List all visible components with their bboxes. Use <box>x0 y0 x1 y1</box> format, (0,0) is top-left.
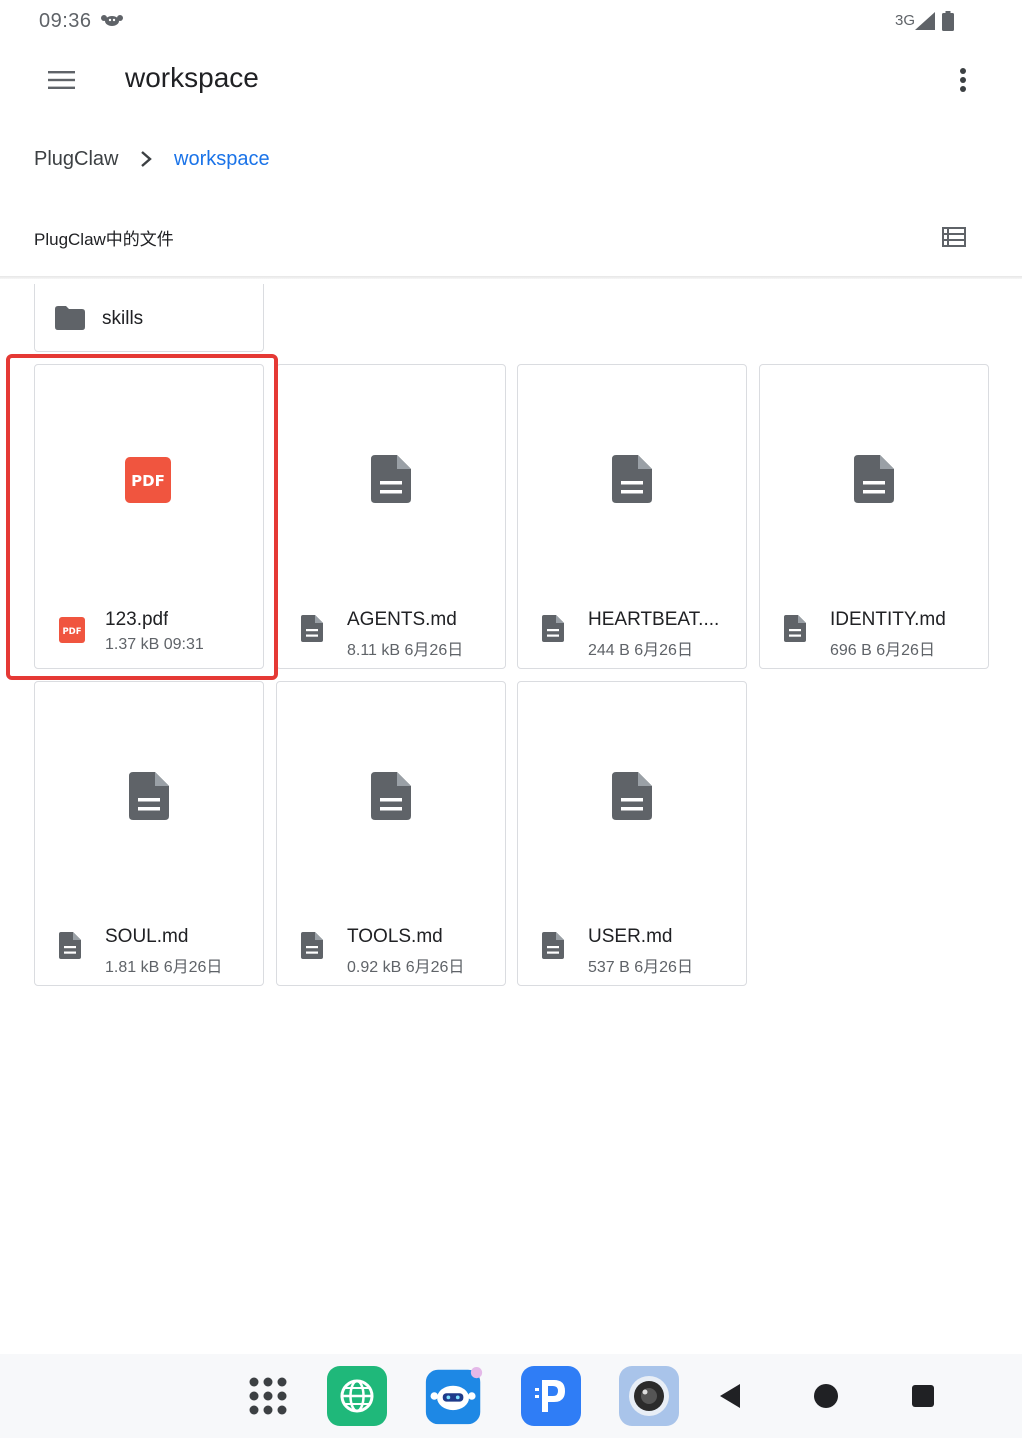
file-card-identity-md[interactable]: IDENTITY.md 696 B 6月26日 <box>759 364 989 669</box>
top-app-bar: workspace <box>0 44 1022 116</box>
file-name: SOUL.md <box>105 926 189 947</box>
document-icon <box>854 455 894 503</box>
file-name: TOOLS.md <box>347 926 443 947</box>
document-small-icon <box>542 932 564 959</box>
app-drawer-button[interactable] <box>238 1366 298 1426</box>
more-options-button[interactable] <box>946 60 980 100</box>
plugclaw-app-icon <box>521 1366 581 1426</box>
page-title: workspace <box>125 62 259 93</box>
status-time: 09:36 <box>39 10 92 32</box>
chevron-right-icon <box>141 151 152 167</box>
file-meta: 244 B 6月26日 <box>588 642 693 659</box>
view-list-icon <box>942 227 966 247</box>
document-icon <box>612 772 652 820</box>
menu-button[interactable] <box>38 60 86 100</box>
folder-icon <box>55 306 85 330</box>
document-icon <box>612 455 652 503</box>
document-small-icon <box>542 615 564 642</box>
breadcrumb: PlugClaw workspace <box>0 130 1022 190</box>
breadcrumb-current[interactable]: workspace <box>174 148 270 171</box>
document-small-icon <box>301 615 323 642</box>
back-icon <box>720 1384 740 1408</box>
file-card-tools-md[interactable]: TOOLS.md 0.92 kB 6月26日 <box>276 681 506 986</box>
svg-text:PDF: PDF <box>62 627 81 637</box>
file-card-user-md[interactable]: USER.md 537 B 6月26日 <box>517 681 747 986</box>
file-meta: 0.92 kB 6月26日 <box>347 959 465 976</box>
file-meta: 537 B 6月26日 <box>588 959 693 976</box>
browser-app-button[interactable] <box>327 1366 387 1426</box>
more-vert-icon <box>960 68 966 92</box>
header-divider <box>0 276 1022 279</box>
document-icon <box>371 772 411 820</box>
home-icon <box>814 1384 838 1408</box>
pdf-small-icon: PDF <box>59 617 85 643</box>
battery-icon <box>942 11 954 31</box>
home-button[interactable] <box>796 1366 856 1426</box>
app-drawer-icon <box>249 1377 287 1415</box>
file-meta: 8.11 kB 6月26日 <box>347 642 464 659</box>
robot-app-button[interactable] <box>424 1366 484 1426</box>
pdf-icon: PDF <box>125 457 171 503</box>
mascot-notification-icon <box>101 15 123 26</box>
section-header: PlugClaw中的文件 <box>0 205 1022 265</box>
list-view-toggle-button[interactable] <box>936 221 972 253</box>
back-button[interactable] <box>700 1366 760 1426</box>
file-name: USER.md <box>588 926 673 947</box>
folder-card-skills[interactable]: skills <box>34 284 264 352</box>
camera-app-icon <box>619 1366 679 1426</box>
plugclaw-app-button[interactable] <box>521 1366 581 1426</box>
recents-icon <box>912 1385 934 1407</box>
signal-icon <box>915 12 935 30</box>
file-name: 123.pdf <box>105 609 169 630</box>
browser-app-icon <box>327 1366 387 1426</box>
hamburger-menu-icon <box>48 71 75 89</box>
camera-app-button[interactable] <box>619 1366 679 1426</box>
document-small-icon <box>301 932 323 959</box>
section-title: PlugClaw中的文件 <box>34 230 174 249</box>
system-taskbar <box>0 1354 1022 1438</box>
file-card-123-pdf[interactable]: PDF PDF 123.pdf 1.37 kB 09:31 <box>34 364 264 669</box>
file-card-agents-md[interactable]: AGENTS.md 8.11 kB 6月26日 <box>276 364 506 669</box>
breadcrumb-root[interactable]: PlugClaw <box>34 148 118 171</box>
robot-app-icon <box>425 1366 483 1425</box>
folder-name: skills <box>102 308 144 329</box>
file-name: HEARTBEAT.... <box>588 609 720 630</box>
file-name: AGENTS.md <box>347 609 457 630</box>
file-card-soul-md[interactable]: SOUL.md 1.81 kB 6月26日 <box>34 681 264 986</box>
file-meta: 1.81 kB 6月26日 <box>105 959 223 976</box>
document-small-icon <box>784 615 806 642</box>
status-bar: 09:36 3G <box>0 0 1022 44</box>
file-name: IDENTITY.md <box>830 609 946 630</box>
document-icon <box>371 455 411 503</box>
file-meta: 1.37 kB 09:31 <box>105 636 204 653</box>
document-icon <box>129 772 169 820</box>
file-card-heartbeat-md[interactable]: HEARTBEAT.... 244 B 6月26日 <box>517 364 747 669</box>
file-meta: 696 B 6月26日 <box>830 642 935 659</box>
recents-button[interactable] <box>893 1366 953 1426</box>
document-small-icon <box>59 932 81 959</box>
svg-text:PDF: PDF <box>131 472 165 490</box>
network-type: 3G <box>895 12 916 29</box>
